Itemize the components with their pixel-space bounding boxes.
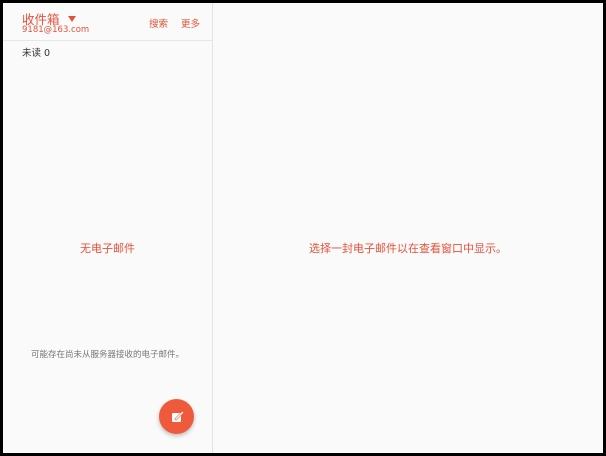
account-email: 9181@163.com bbox=[22, 25, 90, 35]
mail-viewer-pane: 选择一封电子邮件以在查看窗口中显示。 bbox=[213, 3, 603, 453]
caret-down-icon bbox=[67, 16, 76, 22]
empty-mail-title: 无电子邮件 bbox=[80, 242, 135, 255]
viewer-empty-hint: 选择一封电子邮件以在查看窗口中显示。 bbox=[309, 242, 507, 255]
search-button[interactable]: 搜索 bbox=[149, 16, 168, 30]
mail-list-pane: 收件箱 9181@163.com 搜索 更多 未读 0 无电子邮件 可能存在尚未… bbox=[3, 3, 212, 453]
more-button[interactable]: 更多 bbox=[181, 16, 200, 30]
unread-count: 未读 0 bbox=[22, 48, 51, 59]
compose-icon bbox=[171, 410, 184, 422]
empty-mail-hint: 可能存在尚未从服务器接收的电子邮件。 bbox=[30, 350, 184, 360]
compose-button[interactable] bbox=[159, 399, 194, 434]
email-app-window: 收件箱 9181@163.com 搜索 更多 未读 0 无电子邮件 可能存在尚未… bbox=[3, 3, 603, 453]
